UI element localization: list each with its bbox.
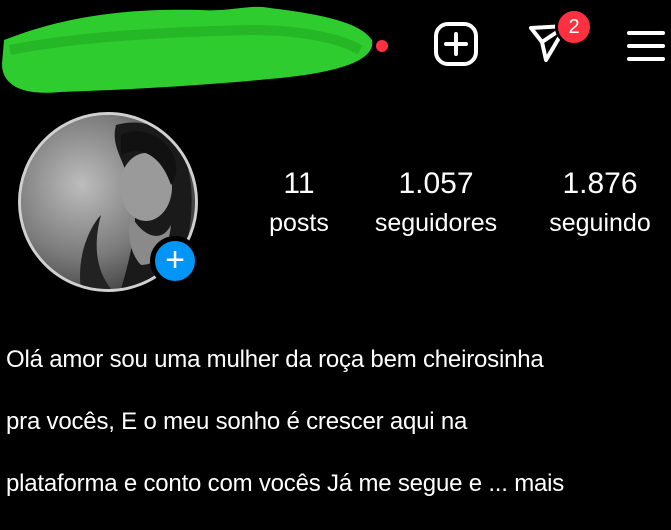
followers-count: 1.057 xyxy=(398,167,474,200)
plus-icon: + xyxy=(165,241,185,279)
dm-count-badge: 2 xyxy=(555,8,593,46)
profile-bio[interactable]: Olá amor sou uma mulher da roça bem chei… xyxy=(6,313,671,530)
add-story-button[interactable]: + xyxy=(150,236,200,286)
bio-line: plataforma e conto com vocês Já me segue… xyxy=(6,470,565,497)
posts-count: 11 xyxy=(283,167,315,200)
followers-label: seguidores xyxy=(374,209,498,237)
plus-square-icon xyxy=(434,22,478,66)
notification-dot xyxy=(376,40,388,52)
bio-line: pra vocês, E o meu sonho é crescer aqui … xyxy=(6,408,468,435)
following-label: seguindo xyxy=(549,209,651,237)
following-count: 1.876 xyxy=(562,167,638,200)
bio-line: Olá amor sou uma mulher da roça bem chei… xyxy=(6,346,544,373)
followers-stat[interactable]: 1.057 seguidores xyxy=(365,166,507,240)
hamburger-menu-icon xyxy=(627,31,665,61)
top-bar: 2 xyxy=(0,0,671,100)
posts-stat[interactable]: 11 posts xyxy=(262,166,336,240)
posts-label: posts xyxy=(269,209,329,237)
following-stat[interactable]: 1.876 seguindo xyxy=(538,166,662,240)
create-post-button[interactable] xyxy=(433,21,479,67)
username-redaction xyxy=(2,6,373,93)
menu-button[interactable] xyxy=(625,26,667,66)
